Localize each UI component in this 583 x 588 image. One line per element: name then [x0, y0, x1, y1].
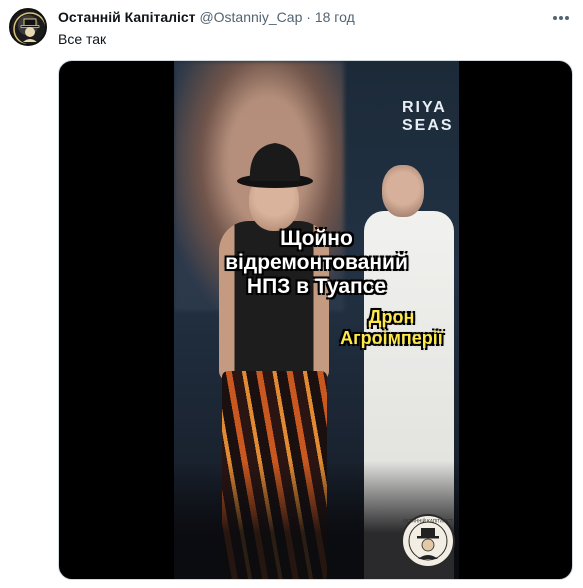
- watermark-text-top: ОСТАННІЙ КАПІТАЛІСТ: [403, 519, 453, 524]
- author-avatar[interactable]: [9, 8, 47, 46]
- meme-caption-side: Дрон Агроімперії: [340, 307, 443, 348]
- poster-text: RIYA SEAS: [402, 99, 454, 134]
- author-name[interactable]: Останній Капіталіст: [58, 9, 196, 25]
- tweet-header: Останній Капіталіст @Ostanniy_Cap · 18 г…: [58, 8, 355, 26]
- header-separator: ·: [306, 9, 311, 25]
- more-horizontal-icon: [553, 16, 569, 20]
- meme-caption-main: Щойно відремонтований НПЗ в Туапсе: [225, 227, 408, 298]
- video-frame[interactable]: RIYA SEAS Щойно відремонтований НПЗ в Ту…: [174, 61, 459, 579]
- capitalist-logo-icon: [13, 12, 45, 44]
- tweet-text: Все так: [58, 31, 107, 47]
- tweet-timestamp[interactable]: 18 год: [315, 9, 355, 25]
- more-options-button[interactable]: [549, 6, 573, 30]
- hat-icon: [237, 143, 313, 188]
- opponent-head: [382, 165, 424, 217]
- tweet-media-video[interactable]: RIYA SEAS Щойно відремонтований НПЗ в Ту…: [58, 60, 573, 580]
- watermark-logo-icon: ОСТАННІЙ КАПІТАЛІСТ: [401, 514, 455, 568]
- author-handle[interactable]: @Ostanniy_Cap: [199, 9, 302, 25]
